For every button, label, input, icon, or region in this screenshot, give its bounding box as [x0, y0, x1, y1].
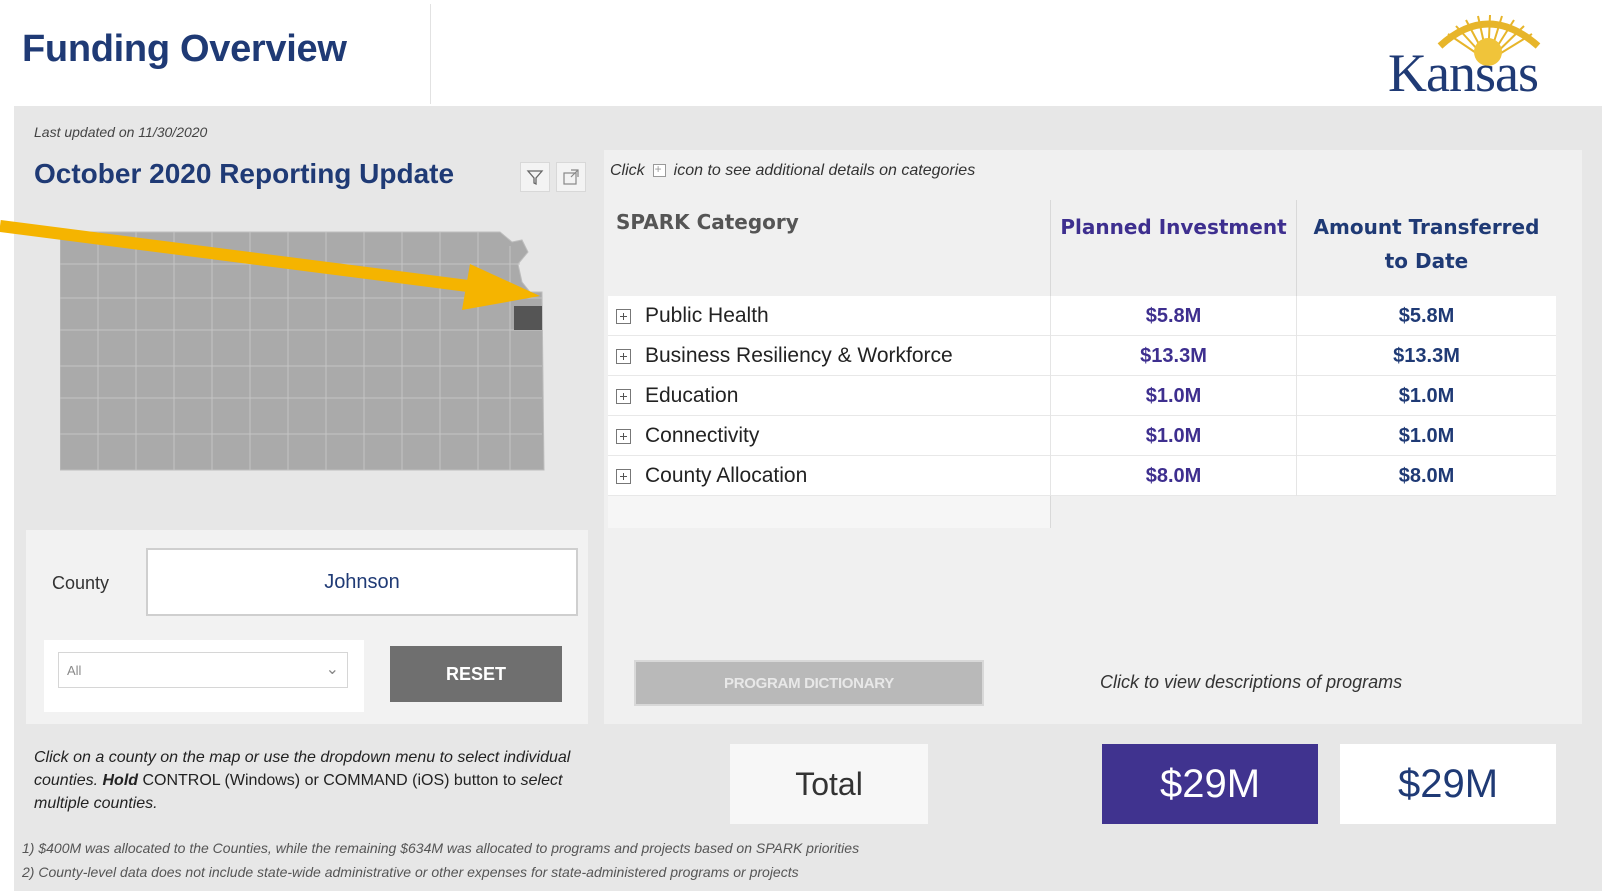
- col-header-amount: Amount Transferred to Date: [1296, 200, 1556, 296]
- report-title: October 2020 Reporting Update: [34, 158, 455, 189]
- column-divider: [1050, 496, 1051, 528]
- row-category: County Allocation: [645, 464, 808, 487]
- row-category: Education: [645, 384, 739, 407]
- table-row[interactable]: Public Health $5.8M $5.8M: [608, 296, 1556, 336]
- table-row[interactable]: County Allocation $8.0M $8.0M: [608, 456, 1556, 496]
- expand-icon[interactable]: [616, 308, 631, 324]
- filter-icon[interactable]: [520, 162, 550, 192]
- page-title: Funding Overview: [22, 28, 347, 70]
- expand-icon[interactable]: [616, 468, 631, 484]
- expand-icon: [652, 162, 666, 177]
- row-category: Connectivity: [645, 424, 760, 447]
- total-amount: $29M: [1340, 744, 1556, 824]
- expand-icon[interactable]: [616, 348, 631, 364]
- row-amount: $1.0M: [1296, 376, 1556, 416]
- row-planned: $1.0M: [1050, 416, 1296, 456]
- program-dictionary-button[interactable]: PROGRAM DICTIONARY: [634, 660, 984, 706]
- row-amount: $8.0M: [1296, 456, 1556, 496]
- chevron-down-icon: ⌄: [325, 661, 339, 678]
- kansas-logo: Kansas: [1388, 6, 1588, 103]
- footnote-2: 2) County-level data does not include st…: [22, 864, 799, 880]
- county-label: County: [52, 573, 110, 593]
- table-row[interactable]: Business Resiliency & Workforce $13.3M $…: [608, 336, 1556, 376]
- row-amount: $5.8M: [1296, 296, 1556, 336]
- row-category: Public Health: [645, 304, 769, 327]
- county-map[interactable]: [59, 226, 564, 494]
- table-row[interactable]: Connectivity $1.0M $1.0M: [608, 416, 1556, 456]
- col-header-category: SPARK Category: [608, 200, 1050, 296]
- table-hint: Click icon to see additional details on c…: [610, 162, 975, 180]
- hint-suffix: icon to see additional details on catego…: [673, 162, 976, 179]
- footnote-1: 1) $400M was allocated to the Counties, …: [22, 840, 860, 856]
- hint-prefix: Click: [610, 162, 645, 179]
- map-instructions: Click on a county on the map or use the …: [34, 746, 594, 815]
- row-planned: $8.0M: [1050, 456, 1296, 496]
- col-header-planned: Planned Investment: [1050, 200, 1296, 296]
- row-planned: $13.3M: [1050, 336, 1296, 376]
- table-filler: [608, 496, 1050, 528]
- total-label: Total: [730, 744, 928, 824]
- last-updated: Last updated on 11/30/2020: [34, 124, 208, 140]
- focus-mode-icon[interactable]: [556, 162, 586, 192]
- johnson-county[interactable]: [514, 306, 542, 330]
- row-amount: $13.3M: [1296, 336, 1556, 376]
- reset-button[interactable]: RESET: [390, 646, 562, 702]
- instruction-text-2: CONTROL (Windows) or COMMAND (iOS) butto…: [138, 772, 521, 789]
- row-planned: $1.0M: [1050, 376, 1296, 416]
- row-category: Business Resiliency & Workforce: [645, 344, 953, 367]
- county-dropdown-container: All ⌄: [44, 640, 364, 712]
- county-dropdown[interactable]: All ⌄: [58, 652, 348, 688]
- county-selection[interactable]: Johnson: [146, 548, 578, 616]
- row-planned: $5.8M: [1050, 296, 1296, 336]
- row-amount: $1.0M: [1296, 416, 1556, 456]
- instruction-hold: Hold: [102, 772, 139, 789]
- table-row[interactable]: Education $1.0M $1.0M: [608, 376, 1556, 416]
- program-hint: Click to view descriptions of programs: [1100, 672, 1403, 692]
- header-divider: [430, 4, 431, 104]
- dropdown-value: All: [67, 663, 82, 678]
- logo-text: Kansas: [1388, 43, 1539, 103]
- total-planned: $29M: [1102, 744, 1318, 824]
- expand-icon[interactable]: [616, 388, 631, 404]
- expand-icon[interactable]: [616, 428, 631, 444]
